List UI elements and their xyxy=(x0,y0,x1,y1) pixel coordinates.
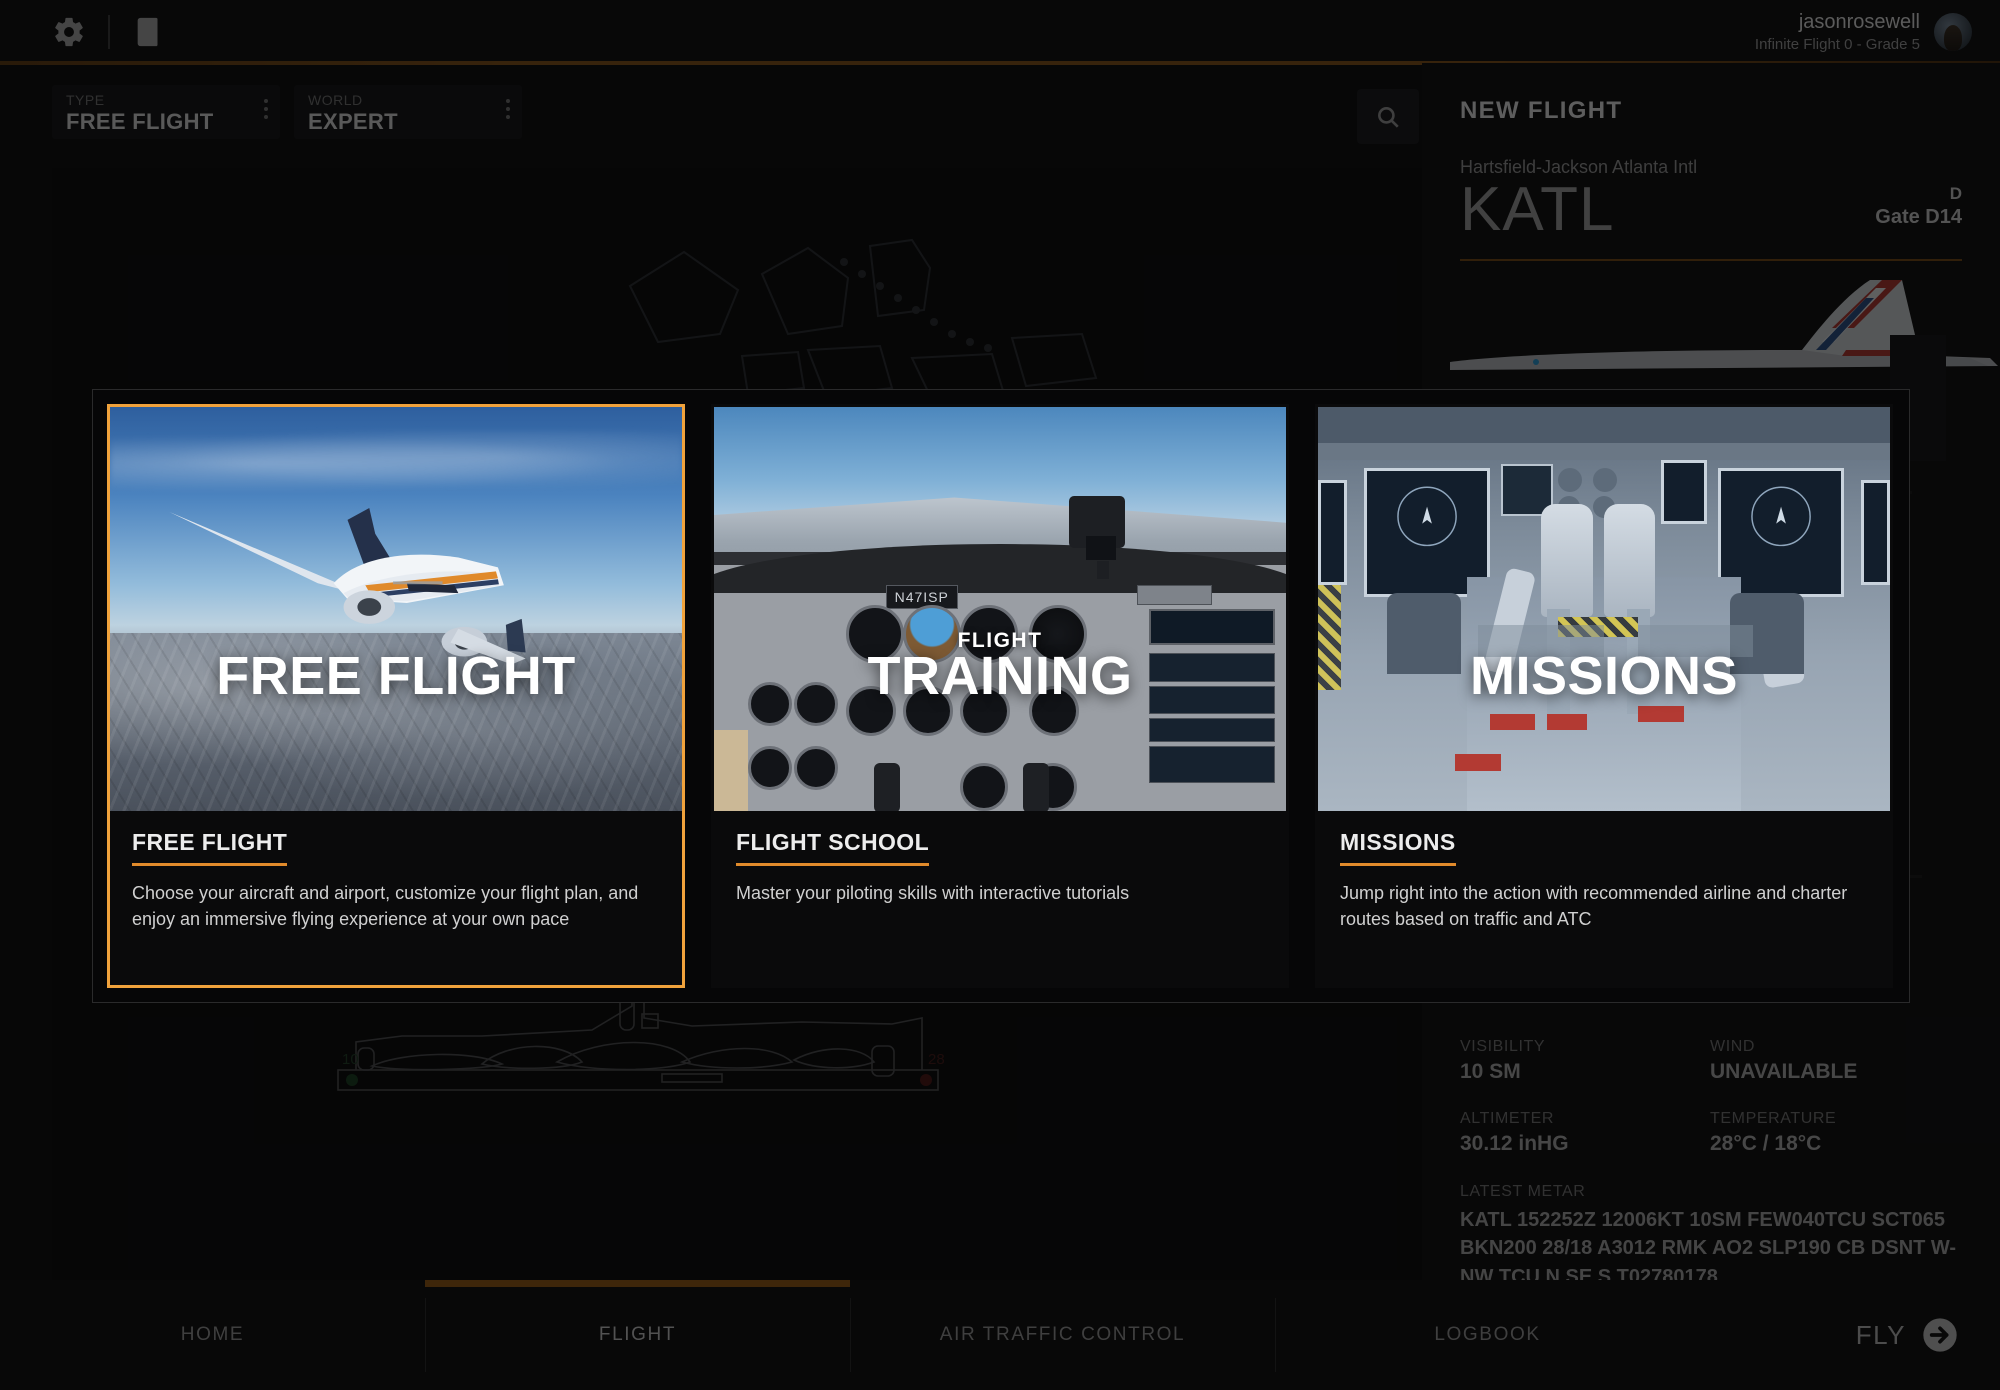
card-title: MISSIONS xyxy=(1340,829,1456,866)
flight-mode-modal: FREE FLIGHT FREE FLIGHT Choose your airc… xyxy=(92,389,1910,1003)
display-far-right xyxy=(1861,479,1890,585)
throttle-lever-left[interactable] xyxy=(1541,503,1593,618)
yoke-left xyxy=(874,762,901,811)
warning-button-right xyxy=(1638,705,1685,723)
warning-button-lower xyxy=(1455,754,1502,771)
nav-rose-right xyxy=(1751,486,1812,546)
card-overlay-title: FREE FLIGHT xyxy=(216,646,576,706)
engine-gauge-n1-right xyxy=(1592,467,1617,492)
yoke-right xyxy=(1022,762,1049,811)
mode-card-flight-school[interactable]: N47ISP FLIGHT TRAINING FLIGHT SCHOOL Mas… xyxy=(711,404,1289,988)
switch-panel xyxy=(1137,584,1212,605)
airliner-illustration xyxy=(169,508,526,665)
cessna-cockpit-artwork: N47ISP xyxy=(714,407,1286,811)
card-title: FLIGHT SCHOOL xyxy=(736,829,930,866)
mode-card-missions[interactable]: MISSIONS MISSIONS Jump right into the ac… xyxy=(1315,404,1893,988)
card-body-free-flight: FREE FLIGHT Choose your aircraft and air… xyxy=(110,811,682,932)
clock-gauge xyxy=(959,762,1008,811)
nav-rose-left xyxy=(1396,486,1457,546)
warning-button-left xyxy=(1489,714,1536,731)
card-description: Choose your aircraft and airport, custom… xyxy=(132,883,639,930)
card-description: Jump right into the action with recommen… xyxy=(1340,883,1848,930)
gps-screen xyxy=(1085,536,1116,561)
card-description: Master your piloting skills with interac… xyxy=(736,883,1130,903)
transponder xyxy=(1148,718,1275,743)
card-overlay-title: MISSIONS xyxy=(1469,646,1739,706)
card-body-missions: MISSIONS Jump right into the action with… xyxy=(1318,811,1890,932)
throttle-lever-right[interactable] xyxy=(1604,503,1656,618)
card-body-flight-school: FLIGHT SCHOOL Master your piloting skill… xyxy=(714,811,1286,906)
embraer-cockpit-artwork xyxy=(1318,407,1890,811)
gps-stem xyxy=(1097,560,1110,579)
card-title: FREE FLIGHT xyxy=(132,829,288,866)
chronometer xyxy=(1661,459,1707,525)
warning-button-mid xyxy=(1546,714,1587,731)
engine-gauge-n1-left xyxy=(1558,467,1583,492)
glareshield-band xyxy=(1318,443,1890,460)
free-flight-artwork xyxy=(110,407,682,811)
card-media-missions: MISSIONS xyxy=(1318,407,1890,811)
mode-card-free-flight[interactable]: FREE FLIGHT FREE FLIGHT Choose your airc… xyxy=(107,404,685,988)
cabin-trim xyxy=(714,730,749,811)
display-far-left xyxy=(1318,479,1347,585)
card-media-flight-school: N47ISP FLIGHT TRAINING xyxy=(714,407,1286,811)
card-overlay-title: TRAINING xyxy=(867,646,1133,706)
tail-number-plate: N47ISP xyxy=(885,584,958,609)
card-media-free-flight: FREE FLIGHT xyxy=(110,407,682,811)
overhead-band xyxy=(1318,407,1890,444)
audio-panel xyxy=(1148,746,1275,783)
